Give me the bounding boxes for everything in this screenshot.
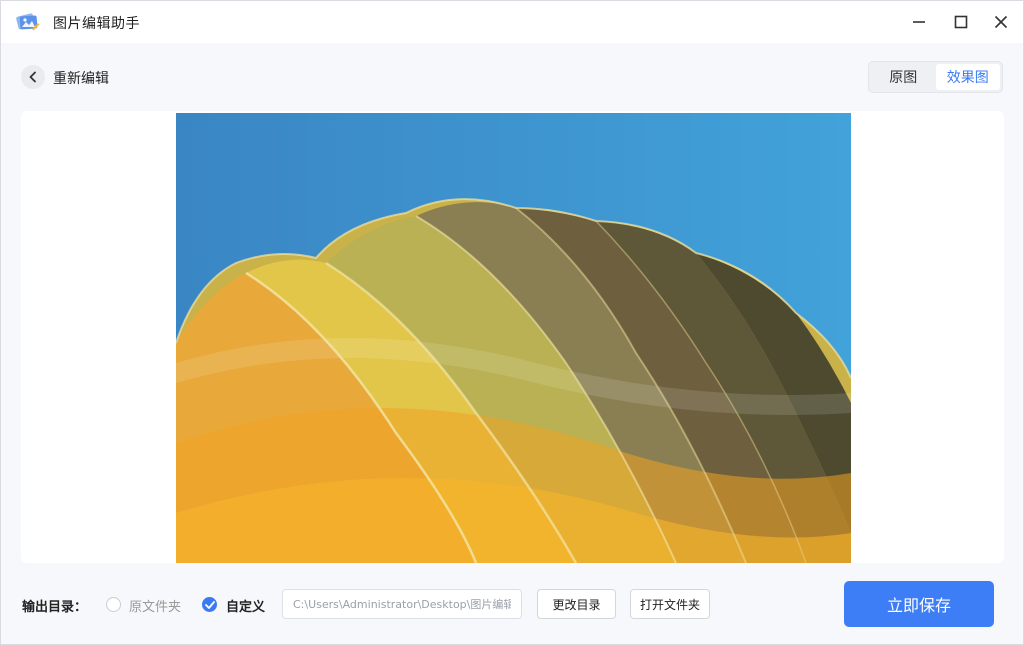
minimize-button[interactable] <box>905 9 933 35</box>
title-bar: 图片编辑助手 <box>1 1 1023 43</box>
photo-stack-icon <box>16 13 40 31</box>
radio-original-folder[interactable] <box>106 597 121 612</box>
save-now-button[interactable]: 立即保存 <box>844 581 994 627</box>
app-title: 图片编辑助手 <box>53 16 140 32</box>
hot-air-balloon-photo <box>176 113 851 563</box>
open-folder-button[interactable]: 打开文件夹 <box>630 589 710 619</box>
tab-original[interactable]: 原图 <box>871 64 936 90</box>
maximize-button[interactable] <box>947 9 975 35</box>
maximize-icon <box>954 15 968 29</box>
output-dir-label: 输出目录： <box>22 600 88 615</box>
close-button[interactable] <box>987 9 1015 35</box>
minimize-icon <box>913 21 925 23</box>
check-icon <box>204 600 215 609</box>
change-directory-button[interactable]: 更改目录 <box>537 589 616 619</box>
tab-result[interactable]: 效果图 <box>935 64 1000 90</box>
radio-custom-folder[interactable] <box>202 597 217 612</box>
view-toggle: 原图 效果图 <box>868 61 1003 93</box>
app-window: 图片编辑助手 重新编辑 原图 效果图 输出目录： 原文件夹 自定义 C:\Use… <box>0 0 1024 645</box>
original-folder-label[interactable]: 原文件夹 <box>129 596 181 615</box>
chevron-left-icon <box>29 71 36 83</box>
preview-panel <box>21 111 1004 563</box>
custom-folder-label[interactable]: 自定义 <box>226 596 265 615</box>
close-icon <box>994 15 1008 29</box>
output-path-input[interactable] <box>282 589 522 619</box>
back-button[interactable] <box>21 65 45 89</box>
re-edit-link[interactable]: 重新编辑 <box>53 68 109 88</box>
